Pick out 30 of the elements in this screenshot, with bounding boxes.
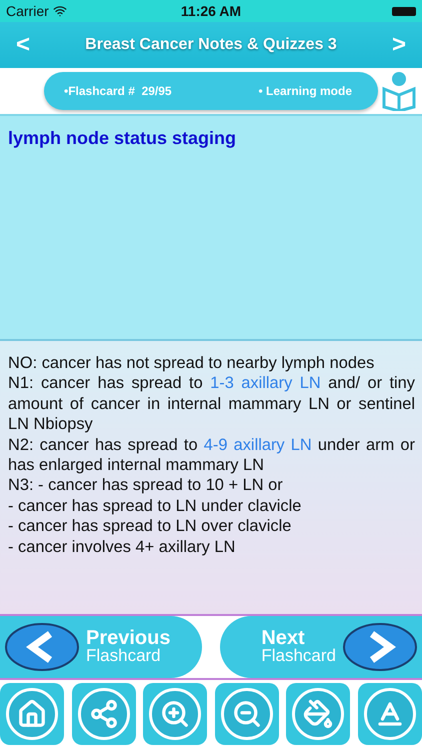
clock: 11:26 AM xyxy=(180,3,242,19)
question-text: lymph node status staging xyxy=(8,128,236,148)
share-icon xyxy=(88,699,119,729)
back-button[interactable]: < xyxy=(12,31,34,59)
flashcard-counter: •Flashcard # 29/95 xyxy=(64,84,172,98)
paint-bucket-icon xyxy=(303,699,334,729)
answer-paragraph: NO: cancer has not spread to nearby lymph nodes xyxy=(8,353,376,374)
mode-label: • Learning mode xyxy=(258,84,352,98)
carrier-label: Carrier xyxy=(6,3,49,19)
zoom-out-icon xyxy=(232,699,262,729)
reader-icon xyxy=(382,71,416,111)
zoom-out-button[interactable] xyxy=(214,683,279,745)
font-button[interactable] xyxy=(358,683,422,745)
answer-paragraph: - cancer has spread to LN under clavicle xyxy=(8,496,302,516)
answer-paragraph: N3: - cancer has spread to 10 + LN or xyxy=(8,475,284,496)
previous-flashcard-button[interactable]: Previous Flashcard xyxy=(0,616,202,678)
answer-paragraph: - cancer has spread to LN over clavicle xyxy=(8,516,292,537)
forward-button[interactable]: > xyxy=(388,31,410,59)
zoom-in-icon xyxy=(160,699,190,729)
home-button[interactable] xyxy=(0,683,64,745)
share-button[interactable] xyxy=(72,683,136,745)
answer-paragraph: - cancer involves 4+ axillary LN xyxy=(8,536,236,558)
battery-icon xyxy=(392,6,416,16)
answer-paragraph: N2: cancer has spread to 4-9 axillary LN under arm or has enlarged internal mammary LN xyxy=(8,434,415,476)
zoom-in-button[interactable] xyxy=(143,683,208,745)
nav-title: Breast Cancer Notes & Quizzes 3 xyxy=(85,36,337,54)
paint-bucket-button[interactable] xyxy=(286,683,350,745)
next-flashcard-button[interactable]: Next Flashcard xyxy=(220,616,422,678)
home-icon xyxy=(17,699,47,729)
wifi-icon xyxy=(52,4,67,18)
